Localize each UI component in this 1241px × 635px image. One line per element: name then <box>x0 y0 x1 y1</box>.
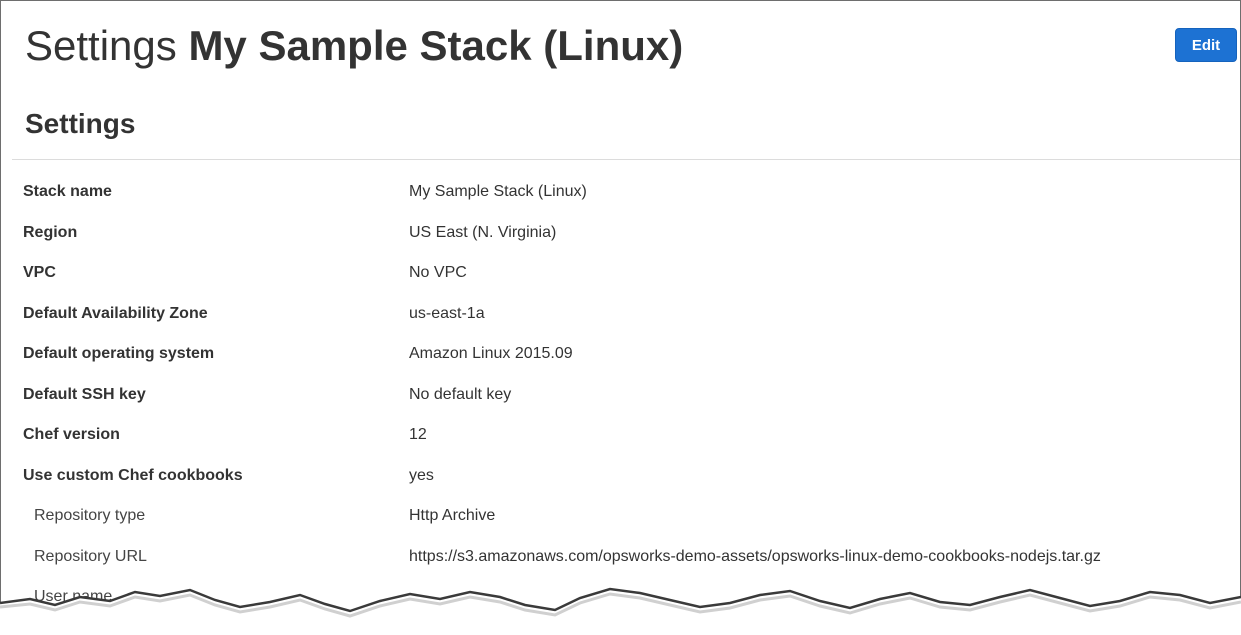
setting-value: Http Archive <box>409 507 496 524</box>
setting-label: VPC <box>23 264 56 281</box>
setting-label: Region <box>23 223 78 241</box>
section-divider <box>12 159 1240 160</box>
torn-edge-decoration <box>0 587 1241 635</box>
setting-label: Stack name <box>23 183 112 200</box>
setting-row-default-availability-zone: Default Availability Zone us-east-1a <box>0 294 1240 335</box>
setting-row-default-operating-system: Default operating system Amazon Linux 20… <box>0 334 1240 375</box>
settings-table: Stack name My Sample Stack (Linux) Regio… <box>0 172 1240 618</box>
page-title: Settings My Sample Stack (Linux) <box>25 18 683 74</box>
setting-row-chef-version: Chef version 12 <box>0 415 1240 456</box>
setting-label: Default SSH key <box>23 385 146 403</box>
setting-value: No VPC <box>409 264 467 281</box>
setting-label: Chef version <box>23 426 120 443</box>
setting-value: us-east-1a <box>409 304 485 322</box>
setting-value: https://s3.amazonaws.com/opsworks-demo-a… <box>409 547 1101 565</box>
setting-value: 12 <box>409 426 427 443</box>
setting-value: No default key <box>409 385 512 403</box>
setting-row-region: Region US East (N. Virginia) <box>0 213 1240 254</box>
setting-label: Repository URL <box>34 547 147 565</box>
setting-label: Default operating system <box>23 345 215 362</box>
setting-label: Repository type <box>34 507 146 524</box>
section-heading: Settings <box>25 108 136 139</box>
setting-row-repository-type: Repository type Http Archive <box>0 496 1240 537</box>
stack-name-title: My Sample Stack (Linux) <box>188 22 684 69</box>
setting-row-use-custom-chef-cookbooks: Use custom Chef cookbooks yes <box>0 456 1240 497</box>
setting-row-default-ssh-key: Default SSH key No default key <box>0 375 1240 416</box>
setting-label: Use custom Chef cookbooks <box>23 466 243 484</box>
setting-value: US East (N. Virginia) <box>409 223 557 241</box>
setting-row-repository-url: Repository URL https://s3.amazonaws.com/… <box>0 537 1240 578</box>
page-title-prefix: Settings <box>25 22 177 69</box>
setting-value: yes <box>409 466 434 484</box>
setting-value: My Sample Stack (Linux) <box>409 183 587 200</box>
setting-row-stack-name: Stack name My Sample Stack (Linux) <box>0 172 1240 213</box>
setting-row-vpc: VPC No VPC <box>0 253 1240 294</box>
setting-value: Amazon Linux 2015.09 <box>409 345 573 362</box>
edit-button[interactable]: Edit <box>1175 28 1237 62</box>
setting-label: Default Availability Zone <box>23 304 208 322</box>
